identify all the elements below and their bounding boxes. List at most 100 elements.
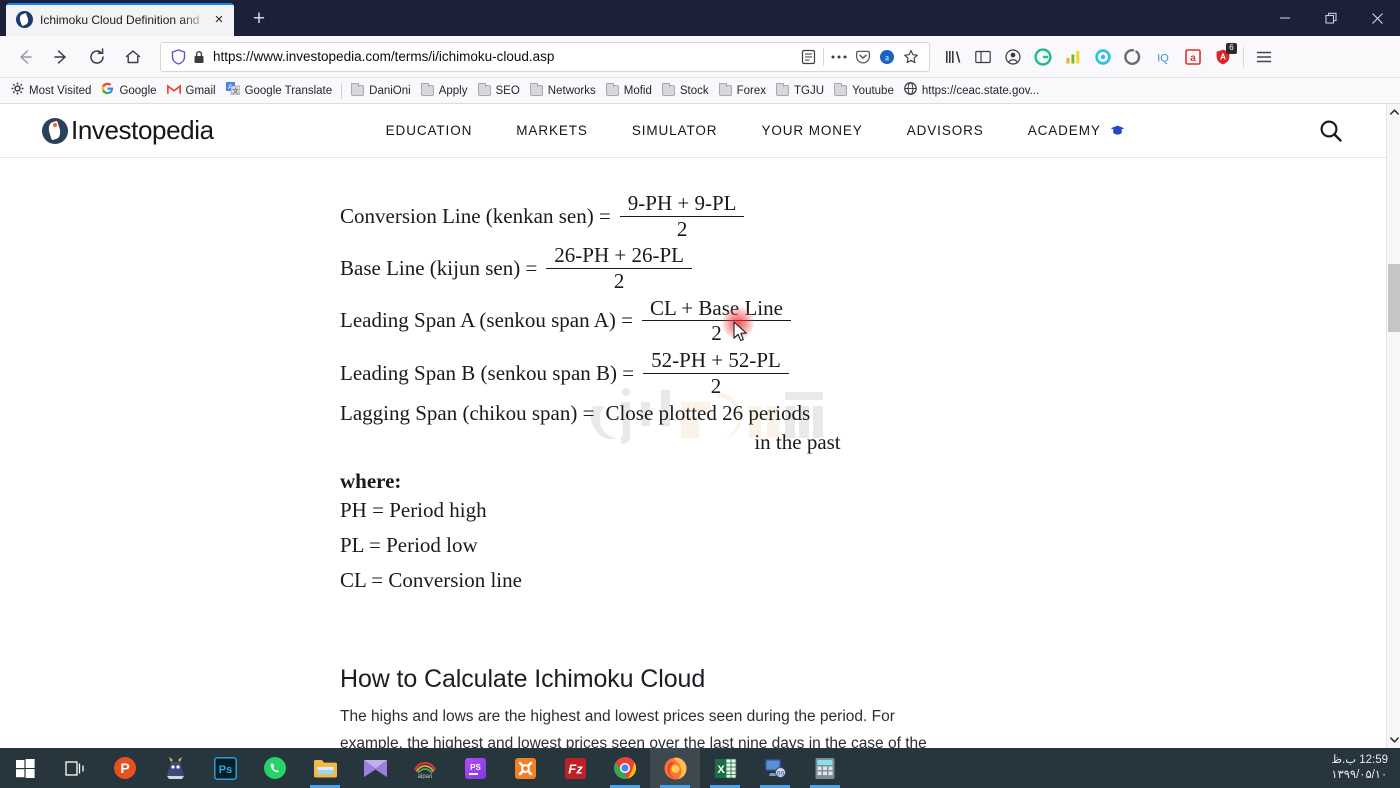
- home-icon[interactable]: [116, 42, 150, 72]
- taskbar-xampp[interactable]: [500, 748, 550, 788]
- scrollbar-thumb[interactable]: [1388, 264, 1400, 332]
- bookmark-folder-apply[interactable]: Apply: [416, 80, 473, 102]
- bookmark-label: Most Visited: [29, 84, 92, 97]
- section-heading: How to Calculate Ichimoku Cloud: [340, 665, 706, 694]
- nav-item-your-money[interactable]: YOUR MONEY: [739, 123, 884, 138]
- fraction: CL + Base Line 2: [641, 297, 791, 345]
- reader-view-icon[interactable]: [796, 45, 820, 69]
- close-icon[interactable]: ×: [210, 11, 228, 29]
- account-icon[interactable]: [998, 42, 1028, 72]
- library-icon[interactable]: [938, 42, 968, 72]
- nav-item-education[interactable]: EDUCATION: [364, 123, 495, 138]
- shield-icon[interactable]: [167, 48, 189, 65]
- bookmark-gmail[interactable]: Gmail: [162, 80, 221, 102]
- nav-item-academy[interactable]: ACADEMY: [1006, 123, 1147, 138]
- sidebar-icon[interactable]: [968, 42, 998, 72]
- taskbar-psiphon[interactable]: P: [100, 748, 150, 788]
- taskbar-mail[interactable]: [350, 748, 400, 788]
- investopedia-logo-icon: [42, 117, 68, 144]
- investopedia-logo[interactable]: Investopedia: [42, 115, 214, 146]
- bookmark-folder-networks[interactable]: Networks: [525, 80, 601, 102]
- taskbar-filezilla[interactable]: Fz: [550, 748, 600, 788]
- formula-value-line2: in the past: [754, 430, 841, 455]
- bookmark-folder-mofid[interactable]: Mofid: [601, 80, 657, 102]
- bookmark-label: SEO: [495, 84, 520, 97]
- nav-item-simulator[interactable]: SIMULATOR: [610, 123, 740, 138]
- svg-text:99: 99: [777, 771, 785, 778]
- scroll-up-icon[interactable]: [1387, 104, 1400, 120]
- new-tab-button[interactable]: +: [244, 4, 274, 34]
- bookmark-label: Apply: [438, 84, 468, 97]
- taskbar-alpari[interactable]: alpari: [400, 748, 450, 788]
- taskbar-photoshop[interactable]: Ps: [200, 748, 250, 788]
- search-icon[interactable]: [1318, 118, 1344, 144]
- page-viewport: Investopedia EDUCATION MARKETS SIMULATOR…: [0, 104, 1400, 748]
- nav-item-advisors[interactable]: ADVISORS: [885, 123, 1006, 138]
- taskbar-whatsapp[interactable]: [250, 748, 300, 788]
- forward-arrow-icon[interactable]: [44, 42, 78, 72]
- close-window-icon[interactable]: [1354, 0, 1400, 36]
- lock-icon: [189, 50, 209, 64]
- analytics-icon[interactable]: [1058, 42, 1088, 72]
- bookmark-most-visited[interactable]: Most Visited: [6, 80, 96, 102]
- bookmark-google-translate[interactable]: A文 Google Translate: [221, 80, 338, 102]
- page-scrollbar[interactable]: [1386, 104, 1400, 748]
- start-button[interactable]: [0, 748, 50, 788]
- maximize-icon[interactable]: [1308, 0, 1354, 36]
- settings-gear-icon[interactable]: [1088, 42, 1118, 72]
- taskbar-file-explorer[interactable]: [300, 748, 350, 788]
- grammarly-icon[interactable]: [1028, 42, 1058, 72]
- adguard-icon[interactable]: a: [1178, 42, 1208, 72]
- bookmark-folder-forex[interactable]: Forex: [714, 80, 771, 102]
- taskbar-remote-desktop[interactable]: 99: [750, 748, 800, 788]
- pocket-icon[interactable]: [851, 45, 875, 69]
- bookmark-folder-seo[interactable]: SEO: [473, 80, 525, 102]
- adblock-icon[interactable]: a: [875, 45, 899, 69]
- fraction: 9-PH + 9-PL 2: [619, 192, 745, 241]
- globe-icon: [904, 81, 917, 100]
- page-actions-icon[interactable]: [827, 45, 851, 69]
- opera-vpn-icon[interactable]: [1118, 42, 1148, 72]
- fraction: 26-PH + 26-PL 2: [546, 244, 692, 292]
- back-arrow-icon[interactable]: [8, 42, 42, 72]
- task-view-button[interactable]: [50, 748, 100, 788]
- browser-tab[interactable]: Ichimoku Cloud Definition and ×: [6, 3, 234, 36]
- taskbar-chrome[interactable]: [600, 748, 650, 788]
- taskbar-clock[interactable]: 12:59 ب.ظ ۱۳۹۹/۰۵/۱۰: [1331, 748, 1392, 788]
- bookmark-google[interactable]: Google: [96, 80, 161, 102]
- hamburger-menu-icon[interactable]: [1249, 42, 1279, 72]
- svg-text:Ps: Ps: [218, 764, 231, 776]
- reload-icon[interactable]: [80, 42, 114, 72]
- nav-item-markets[interactable]: MARKETS: [494, 123, 610, 138]
- adblock-shield-icon[interactable]: A 6: [1208, 42, 1238, 72]
- taskbar-excel[interactable]: X: [700, 748, 750, 788]
- taskbar-firefox[interactable]: [650, 748, 700, 788]
- nav-item-academy-label: ACADEMY: [1027, 123, 1101, 138]
- minimize-icon[interactable]: [1262, 0, 1308, 36]
- iq-option-icon[interactable]: IQ: [1148, 42, 1178, 72]
- article-body: Conversion Line (kenkan sen) = 9-PH + 9-…: [340, 192, 1040, 748]
- bookmark-star-icon[interactable]: [899, 45, 923, 69]
- bookmark-label: Forex: [736, 84, 767, 97]
- bookmark-folder-youtube[interactable]: Youtube: [829, 80, 899, 102]
- bookmarks-bar: Most Visited Google Gmail A文 Google Tran…: [0, 78, 1400, 104]
- folder-icon: [776, 83, 790, 96]
- graduation-cap-icon: [1110, 124, 1125, 135]
- address-bar[interactable]: https://www.investopedia.com/terms/i/ich…: [160, 41, 930, 72]
- bookmark-label: Google Translate: [244, 84, 333, 97]
- taskbar-calculator[interactable]: [800, 748, 850, 788]
- formula-row: Conversion Line (kenkan sen) = 9-PH + 9-…: [340, 192, 1040, 240]
- taskbar-game[interactable]: [150, 748, 200, 788]
- fraction-denominator: 2: [676, 216, 688, 241]
- bookmark-folder-danioni[interactable]: DaniOni: [346, 80, 416, 102]
- scroll-down-icon[interactable]: [1387, 732, 1400, 748]
- formula-label: Lagging Span (chikou span) =: [340, 401, 595, 426]
- clock-time: 12:59 ب.ظ: [1331, 754, 1388, 766]
- bookmark-ceac-state-gov[interactable]: https://ceac.state.gov...: [899, 80, 1044, 102]
- formula-conversion-line: Conversion Line (kenkan sen) = 9-PH + 9-…: [340, 192, 1040, 240]
- bookmark-folder-stock[interactable]: Stock: [657, 80, 714, 102]
- formula-leading-span-a: Leading Span A (senkou span A) = CL + Ba…: [340, 297, 1040, 345]
- bookmark-folder-tgju[interactable]: TGJU: [771, 80, 829, 102]
- url-text[interactable]: https://www.investopedia.com/terms/i/ich…: [209, 49, 796, 64]
- taskbar-phpstorm[interactable]: PS: [450, 748, 500, 788]
